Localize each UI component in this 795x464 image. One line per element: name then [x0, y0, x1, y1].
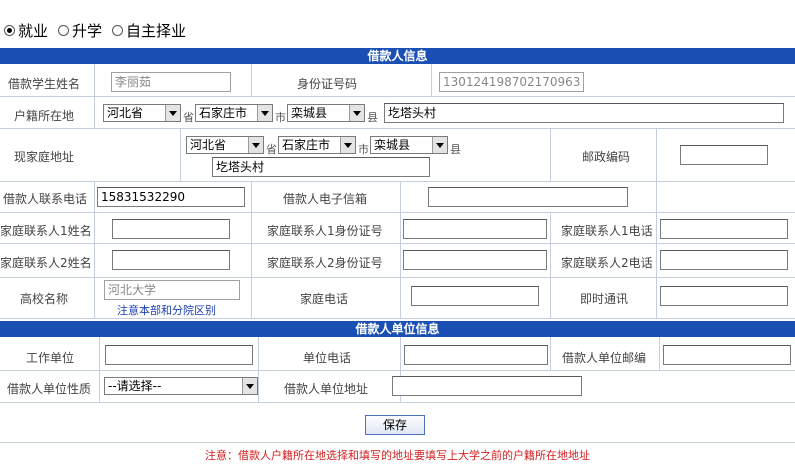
postcode-label: 邮政编码	[582, 150, 631, 164]
student-name-label: 借款学生姓名	[8, 77, 81, 91]
household-detail-field[interactable]: 圪塔头村	[384, 103, 784, 123]
contact2-id-field[interactable]	[403, 250, 547, 270]
im-label: 即时通讯	[580, 292, 629, 306]
work-phone-label: 单位电话	[303, 351, 352, 365]
select-value: 河北省	[107, 106, 144, 120]
school-field[interactable]: 河北大学	[104, 280, 240, 300]
contact2-id-label: 家庭联系人2身份证号	[267, 256, 383, 270]
contact2-phone-field[interactable]	[660, 250, 788, 270]
work-nature-select[interactable]: --请选择--	[104, 377, 258, 395]
home-address-label: 现家庭地址	[14, 150, 75, 164]
contact1-phone-field[interactable]	[660, 219, 788, 239]
radio-checked-icon[interactable]	[4, 25, 15, 36]
contact1-phone-label: 家庭联系人1电话	[561, 224, 653, 238]
radio-option-further-study[interactable]: 升学	[58, 20, 102, 41]
contact1-id-label: 家庭联系人1身份证号	[267, 224, 383, 238]
phone-label: 借款人联系电话	[3, 192, 88, 206]
contact1-id-field[interactable]	[403, 219, 547, 239]
school-label: 高校名称	[20, 292, 69, 306]
household-label: 户籍所在地	[14, 109, 75, 123]
employer-label: 工作单位	[26, 351, 75, 365]
student-name-field[interactable]: 李丽茹	[111, 72, 231, 92]
contact2-name-field[interactable]	[112, 250, 230, 270]
contact2-phone-label: 家庭联系人2电话	[561, 256, 653, 270]
email-field[interactable]	[428, 187, 628, 207]
select-value: 石家庄市	[199, 106, 248, 120]
household-province-select[interactable]: 河北省	[103, 104, 181, 122]
home-phone-field[interactable]	[411, 286, 539, 306]
home-county-select[interactable]: 栾城县	[370, 136, 448, 154]
province-unit: 省	[183, 111, 194, 124]
household-county-select[interactable]: 栾城县	[287, 104, 365, 122]
county-unit: 县	[367, 111, 378, 124]
contact2-name-label: 家庭联系人2姓名	[0, 256, 92, 270]
radio-option-employment[interactable]: 就业	[4, 20, 48, 41]
home-city-select[interactable]: 石家庄市	[278, 136, 356, 154]
contact1-name-label: 家庭联系人1姓名	[0, 224, 92, 238]
dropdown-arrow-icon[interactable]	[349, 105, 364, 121]
dropdown-arrow-icon[interactable]	[165, 105, 180, 121]
dropdown-arrow-icon[interactable]	[432, 137, 447, 153]
radio-label: 升学	[72, 22, 103, 40]
notice-text: 注意：借款人户籍所在地选择和填写的地址要填写上大学之前的户籍所在地地址	[205, 449, 590, 462]
select-value: 石家庄市	[282, 138, 331, 152]
household-city-select[interactable]: 石家庄市	[195, 104, 273, 122]
select-value: 河北省	[190, 138, 227, 152]
save-button[interactable]: 保存	[365, 415, 425, 435]
select-value: --请选择--	[108, 379, 162, 393]
radio-option-self-employment[interactable]: 自主择业	[112, 20, 186, 41]
province-unit: 省	[266, 143, 277, 156]
radio-unchecked-icon[interactable]	[112, 25, 124, 36]
school-hint-link[interactable]: 注意本部和分院区别	[117, 302, 216, 318]
work-postcode-field[interactable]	[663, 345, 791, 365]
home-province-select[interactable]: 河北省	[186, 136, 264, 154]
phone-field[interactable]: 15831532290	[97, 187, 245, 207]
dropdown-arrow-icon[interactable]	[340, 137, 355, 153]
city-unit: 市	[275, 111, 286, 124]
radio-unchecked-icon[interactable]	[58, 25, 70, 36]
work-phone-field[interactable]	[404, 345, 548, 365]
radio-label: 自主择业	[126, 22, 187, 40]
contact1-name-field[interactable]	[112, 219, 230, 239]
im-field[interactable]	[660, 286, 788, 306]
email-label: 借款人电子信箱	[283, 192, 368, 206]
id-number-field[interactable]: 130124198702170963	[439, 72, 584, 92]
city-unit: 市	[358, 143, 369, 156]
home-detail-field[interactable]: 圪塔头村	[212, 157, 430, 177]
employer-field[interactable]	[105, 345, 253, 365]
dropdown-arrow-icon[interactable]	[257, 105, 272, 121]
radio-label: 就业	[18, 22, 49, 40]
dropdown-arrow-icon[interactable]	[248, 137, 263, 153]
county-unit: 县	[450, 143, 461, 156]
section-header-borrower-info: 借款人信息	[0, 48, 795, 64]
work-nature-label: 借款人单位性质	[7, 382, 92, 396]
work-postcode-label: 借款人单位邮编	[562, 351, 647, 365]
work-address-field[interactable]	[392, 376, 582, 396]
section-header-employer-info: 借款人单位信息	[0, 321, 795, 337]
home-phone-label: 家庭电话	[300, 292, 349, 306]
select-value: 栾城县	[374, 138, 411, 152]
select-value: 栾城县	[291, 106, 328, 120]
work-address-label: 借款人单位地址	[284, 382, 369, 396]
postcode-field[interactable]	[680, 145, 768, 165]
id-number-label: 身份证号码	[297, 77, 358, 91]
mode-radio-group: 就业 升学 自主择业	[4, 20, 196, 41]
dropdown-arrow-icon[interactable]	[242, 378, 257, 394]
